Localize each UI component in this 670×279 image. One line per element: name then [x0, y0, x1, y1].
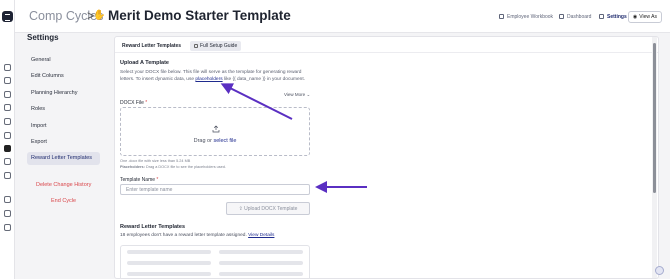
- scrollbar-thumb[interactable]: [653, 43, 656, 193]
- rocket-icon[interactable]: [4, 210, 11, 217]
- document-icon[interactable]: [4, 172, 11, 179]
- skeleton-bar: [219, 250, 303, 254]
- delete-change-history-link[interactable]: Delete Change History: [36, 182, 91, 188]
- settings-title: Settings: [27, 33, 59, 42]
- notice-text: 18 employees don't have a reward letter …: [120, 233, 247, 238]
- template-name-input[interactable]: [120, 184, 310, 195]
- label-text: DOCX File: [120, 100, 144, 106]
- view-details-link[interactable]: View Details: [248, 233, 274, 238]
- required-mark: *: [145, 100, 148, 106]
- dropzone-text: Drag or select file: [121, 138, 309, 144]
- view-more-toggle[interactable]: View More ⌄: [284, 92, 310, 98]
- desc-text: like {{ data_name }} in your document.: [223, 77, 306, 82]
- docx-file-label: DOCX File *: [120, 100, 147, 106]
- bulb-icon[interactable]: [4, 104, 11, 111]
- nav-label: Employee Workbook: [507, 14, 554, 20]
- template-name-label: Template Name *: [120, 177, 158, 183]
- nav-label: Dashboard: [567, 14, 592, 20]
- nav-dashboard[interactable]: Dashboard: [559, 14, 591, 20]
- hint-label: Placeholders:: [120, 165, 145, 169]
- upload-description: Select your DOCX file below. This file w…: [120, 69, 310, 83]
- guide-icon: [194, 44, 198, 48]
- home-icon[interactable]: [4, 64, 11, 71]
- top-header: Comp Cycles > ✋ Merit Demo Starter Templ…: [15, 0, 670, 33]
- main-panel: Reward Letter Templates Full Setup Guide…: [114, 36, 659, 279]
- app-logo-icon[interactable]: [2, 11, 13, 22]
- nav-employee-workbook[interactable]: Employee Workbook: [499, 14, 553, 20]
- sidebar-item-edit-columns[interactable]: Edit Columns: [27, 70, 100, 83]
- sidebar-item-planning-hierarchy[interactable]: Planning Hierarchy: [27, 87, 100, 100]
- stack-icon[interactable]: [4, 118, 11, 125]
- required-mark: *: [156, 177, 159, 183]
- skeleton-bar: [127, 272, 211, 276]
- view-as-label: View As: [639, 14, 657, 20]
- skeleton-bar: [219, 261, 303, 265]
- activity-icon[interactable]: [4, 77, 11, 84]
- upload-icon: ⇪: [238, 206, 243, 212]
- nav-settings[interactable]: Settings: [599, 14, 627, 20]
- select-file-link[interactable]: select file: [213, 138, 236, 144]
- tab-reward-letter-templates[interactable]: Reward Letter Templates: [118, 41, 185, 51]
- label-text: Template Name: [120, 177, 156, 183]
- skeleton-bar: [127, 250, 211, 254]
- upload-icon: [212, 125, 220, 133]
- comp-cycle-icon[interactable]: [4, 145, 11, 152]
- list-icon[interactable]: [4, 91, 11, 98]
- dashboard-icon: [559, 14, 564, 19]
- skeleton-bar: [219, 272, 303, 276]
- workbook-icon: [499, 14, 504, 19]
- sidebar-item-reward-letter-templates[interactable]: Reward Letter Templates: [27, 152, 100, 165]
- upload-section-title: Upload A Template: [120, 60, 169, 66]
- missing-template-notice: 18 employees don't have a reward letter …: [120, 233, 274, 238]
- page-title: Merit Demo Starter Template: [108, 8, 291, 23]
- placeholders-link[interactable]: placeholders: [195, 77, 222, 82]
- button-label: Upload DOCX Template: [244, 206, 298, 212]
- tab-label: Full Setup Guide: [200, 43, 238, 49]
- eye-icon: ◉: [632, 14, 638, 20]
- chart-icon[interactable]: [4, 158, 11, 165]
- drop-label: Drag or: [193, 138, 212, 144]
- sidebar-item-roles[interactable]: Roles: [27, 103, 100, 116]
- file-dropzone[interactable]: Drag or select file: [120, 107, 310, 156]
- tab-full-setup-guide[interactable]: Full Setup Guide: [190, 41, 242, 51]
- help-chat-button[interactable]: [655, 266, 664, 275]
- icon-rail: [0, 0, 15, 279]
- file-size-hint: One .docx file with size less than 5.24 …: [120, 159, 191, 163]
- skeleton-bar: [127, 261, 211, 265]
- nav-label: Settings: [607, 14, 627, 20]
- grid-icon[interactable]: [4, 196, 11, 203]
- templates-table-skeleton: [120, 245, 310, 278]
- chevron-down-icon: ⌄: [306, 92, 311, 97]
- hint-text: Drag a DOCX file to see the placeholders…: [145, 165, 226, 169]
- gear-icon: [599, 14, 604, 19]
- tab-bar: Reward Letter Templates Full Setup Guide: [115, 37, 658, 53]
- sidebar-item-general[interactable]: General: [27, 54, 100, 67]
- thumbs-up-icon: ✋: [93, 10, 106, 21]
- sidebar-item-import[interactable]: Import: [27, 120, 100, 133]
- view-as-button[interactable]: ◉ View As: [627, 11, 662, 23]
- sidebar-item-export[interactable]: Export: [27, 136, 100, 149]
- view-more-label: View More: [284, 92, 306, 97]
- upload-docx-template-button[interactable]: ⇪ Upload DOCX Template: [226, 202, 310, 215]
- end-cycle-link[interactable]: End Cycle: [51, 198, 76, 204]
- vertical-scrollbar[interactable]: [652, 37, 657, 278]
- help-icon[interactable]: [4, 224, 11, 231]
- people-icon[interactable]: [4, 132, 11, 139]
- placeholders-hint: Placeholders: Drag a DOCX file to see th…: [120, 165, 226, 169]
- reward-letters-section-title: Reward Letter Templates: [120, 224, 186, 230]
